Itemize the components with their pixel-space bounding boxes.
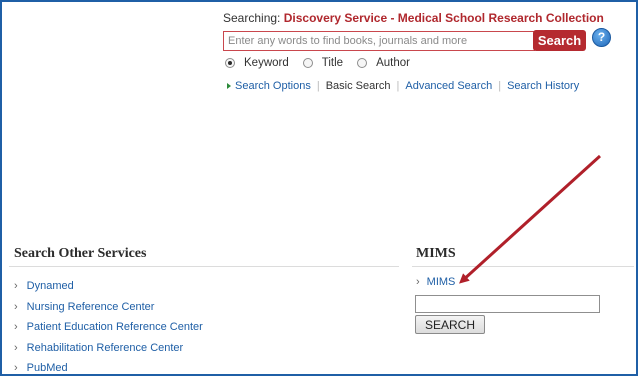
arrow-line xyxy=(459,154,602,284)
annotation-arrow xyxy=(459,154,602,284)
